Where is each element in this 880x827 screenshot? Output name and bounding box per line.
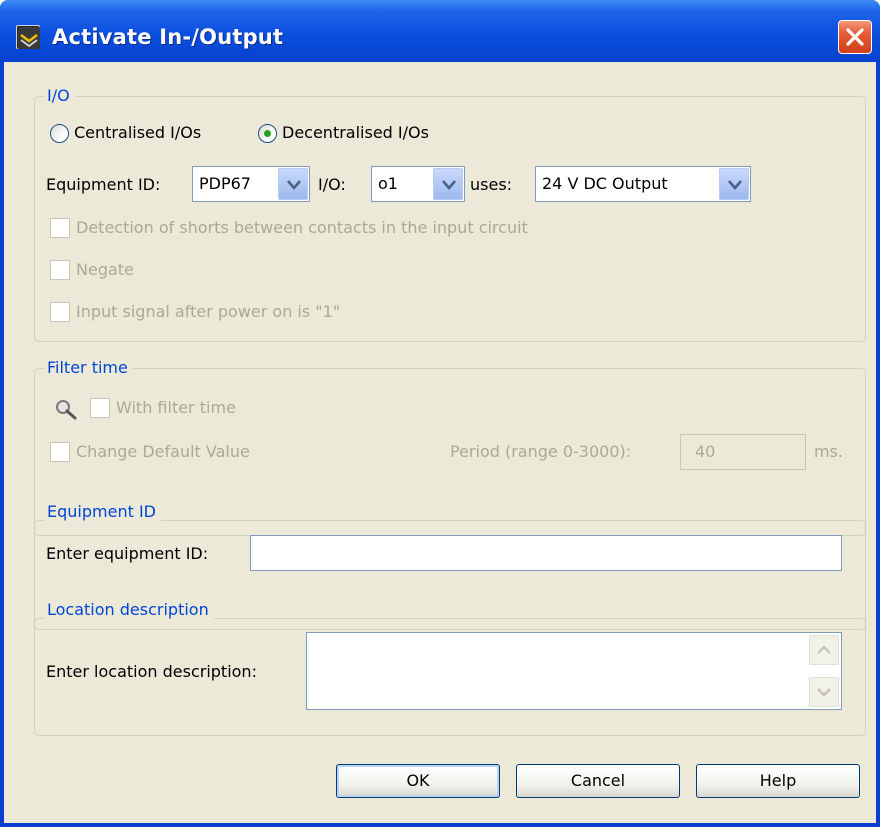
change-default-label[interactable]: Change Default Value (76, 442, 250, 462)
app-icon (16, 25, 40, 49)
period-unit: ms. (814, 442, 844, 461)
detection-shorts-checkbox[interactable] (50, 218, 70, 238)
period-input-value: 40 (695, 442, 716, 461)
chevron-down-icon[interactable] (433, 168, 463, 200)
close-button[interactable] (838, 20, 872, 54)
radio-centralised-label[interactable]: Centralised I/Os (74, 123, 201, 143)
help-button[interactable]: Help (696, 764, 860, 798)
detection-shorts-label[interactable]: Detection of shorts between contacts in … (76, 218, 528, 238)
location-legend: Location description (44, 600, 214, 620)
equipment-id-select-value: PDP67 (199, 174, 251, 193)
scroll-up-button[interactable] (809, 635, 839, 665)
close-icon (846, 28, 864, 46)
title-bar[interactable]: Activate In-/Output (0, 0, 880, 62)
equipment-id-select[interactable]: PDP67 (192, 166, 310, 202)
location-textarea[interactable] (306, 632, 842, 710)
io-select-value: o1 (378, 174, 398, 193)
filter-time-legend: Filter time (44, 358, 133, 378)
chevron-down-icon[interactable] (719, 168, 749, 200)
radio-selected-dot (264, 130, 271, 137)
uses-select-value: 24 V DC Output (542, 174, 668, 193)
magnifier-icon (54, 398, 78, 424)
io-group-legend: I/O (44, 86, 75, 106)
ok-button[interactable]: OK (336, 764, 500, 798)
chevron-up-icon (817, 645, 831, 654)
radio-decentralised[interactable] (258, 124, 277, 143)
radio-decentralised-label[interactable]: Decentralised I/Os (282, 123, 429, 143)
equipment-id-input[interactable] (250, 535, 842, 571)
equipment-id-legend: Equipment ID (44, 502, 161, 522)
negate-label[interactable]: Negate (76, 260, 134, 280)
equipment-id-label: Equipment ID: (46, 175, 161, 194)
period-label: Period (range 0-3000): (450, 442, 632, 461)
power-on-checkbox[interactable] (50, 302, 70, 322)
chevron-down-icon (817, 688, 831, 697)
enter-location-label: Enter location description: (46, 662, 257, 681)
io-label: I/O: (318, 175, 346, 194)
period-input[interactable]: 40 (680, 434, 806, 470)
dialog-window: Activate In-/Output I/O Centralised I/Os… (0, 0, 880, 827)
uses-select[interactable]: 24 V DC Output (535, 166, 751, 202)
scroll-down-button[interactable] (809, 677, 839, 707)
change-default-checkbox[interactable] (50, 442, 70, 462)
location-scrollbar[interactable] (809, 635, 839, 707)
dialog-body: I/O Centralised I/Os Decentralised I/Os … (4, 62, 876, 823)
cancel-button[interactable]: Cancel (516, 764, 680, 798)
window-title: Activate In-/Output (52, 25, 284, 49)
chevron-down-icon[interactable] (278, 168, 308, 200)
with-filter-time-checkbox[interactable] (90, 398, 110, 418)
radio-centralised[interactable] (50, 124, 69, 143)
with-filter-time-label[interactable]: With filter time (116, 398, 236, 418)
io-select[interactable]: o1 (371, 166, 465, 202)
negate-checkbox[interactable] (50, 260, 70, 280)
power-on-label[interactable]: Input signal after power on is "1" (76, 302, 340, 322)
uses-label: uses: (470, 175, 513, 194)
enter-equipment-id-label: Enter equipment ID: (46, 544, 209, 563)
